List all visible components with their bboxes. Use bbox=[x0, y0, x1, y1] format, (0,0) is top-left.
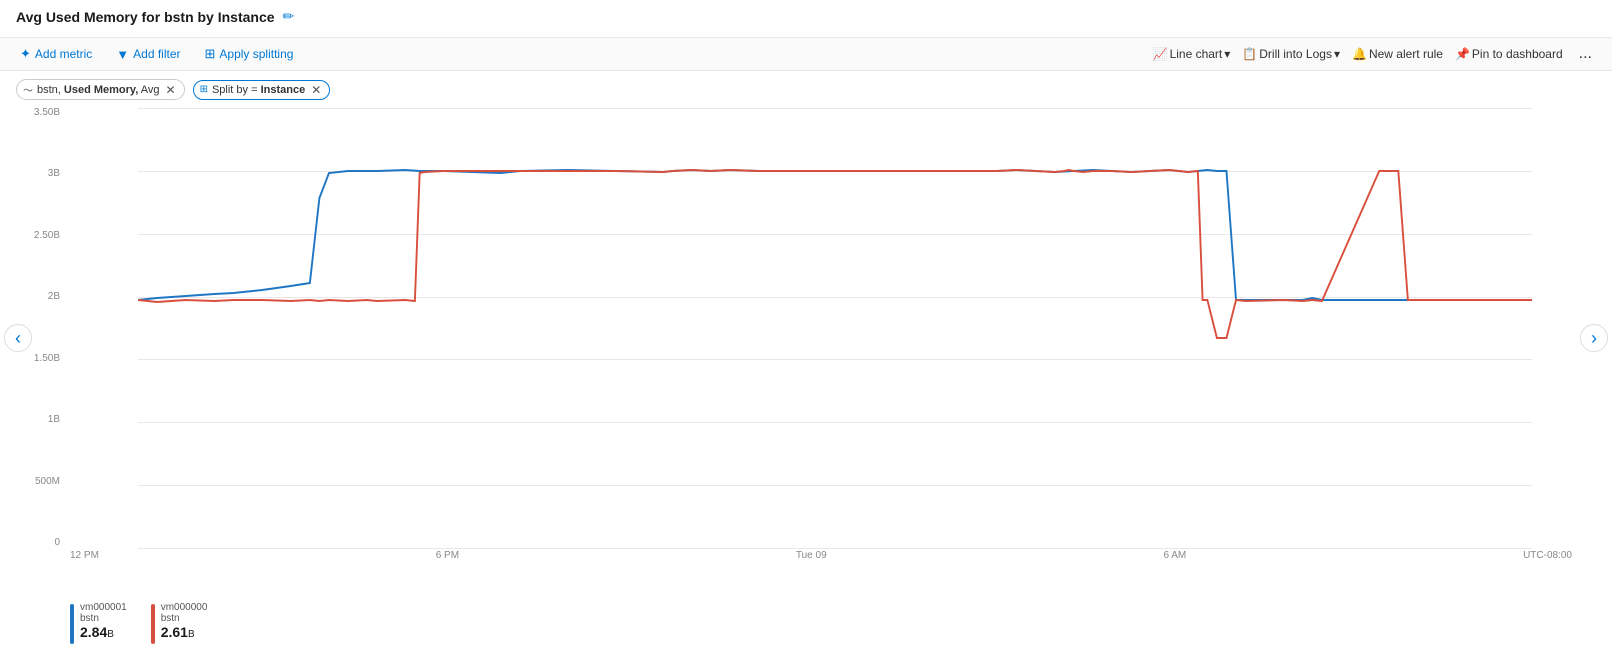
y-label-1b: 1B bbox=[48, 415, 60, 425]
y-label-3b: 3B bbox=[48, 169, 60, 179]
legend-info-vm000001: vm000001 bstn 2.84B bbox=[80, 602, 127, 640]
drill-logs-label: Drill into Logs bbox=[1259, 47, 1332, 61]
add-metric-label: Add metric bbox=[35, 47, 92, 61]
add-filter-label: Add filter bbox=[133, 47, 180, 61]
line-chart-icon: 📈 bbox=[1153, 47, 1168, 61]
split-chip-text: Split by = Instance bbox=[212, 84, 305, 96]
blue-line bbox=[138, 170, 1532, 300]
y-label-250b: 2.50B bbox=[34, 231, 60, 241]
legend-name2-vm000001: bstn bbox=[80, 613, 127, 624]
toolbar-left: ✦ Add metric ▼ Add filter ⊞ Apply splitt… bbox=[16, 44, 297, 64]
plus-icon: ✦ bbox=[20, 46, 31, 62]
legend-color-blue bbox=[70, 604, 74, 644]
x-label-utc: UTC-08:00 bbox=[1523, 550, 1572, 561]
alert-icon: 🔔 bbox=[1352, 47, 1367, 61]
legend-item-vm000000: vm000000 bstn 2.61B bbox=[151, 602, 208, 644]
page-title: Avg Used Memory for bstn by Instance bbox=[16, 9, 275, 25]
legend: vm000001 bstn 2.84B vm000000 bstn 2.61B bbox=[0, 598, 1612, 648]
x-label-6pm: 6 PM bbox=[436, 550, 459, 561]
legend-item-vm000001: vm000001 bstn 2.84B bbox=[70, 602, 127, 644]
legend-info-vm000000: vm000000 bstn 2.61B bbox=[161, 602, 208, 640]
more-button[interactable]: ... bbox=[1575, 45, 1596, 63]
y-label-2b: 2B bbox=[48, 292, 60, 302]
legend-color-red bbox=[151, 604, 155, 644]
add-filter-button[interactable]: ▼ Add filter bbox=[112, 45, 184, 64]
y-label-0: 0 bbox=[54, 538, 60, 548]
line-chart-label: Line chart bbox=[1170, 47, 1223, 61]
x-label-6am: 6 AM bbox=[1163, 550, 1186, 561]
toolbar: ✦ Add metric ▼ Add filter ⊞ Apply splitt… bbox=[0, 37, 1612, 71]
x-axis: 12 PM 6 PM Tue 09 6 AM UTC-08:00 bbox=[70, 548, 1572, 563]
metric-chip-text: bstn, Used Memory, Avg bbox=[37, 84, 160, 96]
add-metric-button[interactable]: ✦ Add metric bbox=[16, 44, 96, 64]
legend-name1-vm000001: vm000001 bbox=[80, 602, 127, 613]
line-chart-button[interactable]: 📈 Line chart ▾ bbox=[1153, 47, 1231, 61]
nav-left-arrow[interactable]: ‹ bbox=[4, 324, 32, 352]
line-chart-chevron: ▾ bbox=[1224, 47, 1230, 61]
header: Avg Used Memory for bstn by Instance ✏ bbox=[0, 0, 1612, 29]
apply-splitting-label: Apply splitting bbox=[219, 47, 293, 61]
red-line bbox=[138, 170, 1532, 338]
split-chip: ⊞ Split by = Instance ✕ bbox=[193, 80, 331, 100]
chart-container: 3.50B 3B 2.50B 2B 1.50B 1B 500M 0 bbox=[0, 108, 1612, 598]
pin-icon: 📌 bbox=[1455, 47, 1470, 61]
chart-area bbox=[70, 108, 1572, 548]
legend-name1-vm000000: vm000000 bbox=[161, 602, 208, 613]
metric-chip: 〜 bstn, Used Memory, Avg ✕ bbox=[16, 79, 185, 100]
y-label-350b: 3.50B bbox=[34, 108, 60, 118]
split-chip-close[interactable]: ✕ bbox=[311, 83, 321, 97]
drill-logs-button[interactable]: 📋 Drill into Logs ▾ bbox=[1242, 47, 1340, 61]
filter-icon: ▼ bbox=[116, 47, 129, 62]
nav-right-arrow[interactable]: › bbox=[1580, 324, 1608, 352]
drill-logs-chevron: ▾ bbox=[1334, 47, 1340, 61]
chart-svg bbox=[138, 108, 1532, 548]
new-alert-button[interactable]: 🔔 New alert rule bbox=[1352, 47, 1443, 61]
x-label-12pm: 12 PM bbox=[70, 550, 99, 561]
metric-chip-icon: 〜 bbox=[23, 82, 33, 97]
drill-logs-icon: 📋 bbox=[1242, 47, 1257, 61]
split-chip-icon: ⊞ bbox=[200, 84, 208, 95]
pin-dashboard-label: Pin to dashboard bbox=[1472, 47, 1563, 61]
legend-value-vm000000: 2.61B bbox=[161, 624, 208, 640]
edit-icon[interactable]: ✏ bbox=[283, 8, 295, 25]
toolbar-right: 📈 Line chart ▾ 📋 Drill into Logs ▾ 🔔 New… bbox=[1153, 45, 1596, 63]
pin-dashboard-button[interactable]: 📌 Pin to dashboard bbox=[1455, 47, 1563, 61]
apply-splitting-button[interactable]: ⊞ Apply splitting bbox=[201, 44, 298, 64]
y-label-150b: 1.50B bbox=[34, 354, 60, 364]
legend-name2-vm000000: bstn bbox=[161, 613, 208, 624]
legend-value-vm000001: 2.84B bbox=[80, 624, 127, 640]
metric-chip-close[interactable]: ✕ bbox=[166, 83, 176, 97]
split-icon: ⊞ bbox=[205, 46, 216, 62]
chips-row: 〜 bstn, Used Memory, Avg ✕ ⊞ Split by = … bbox=[0, 71, 1612, 108]
x-label-tue09: Tue 09 bbox=[796, 550, 827, 561]
y-label-500m: 500M bbox=[35, 477, 60, 487]
new-alert-label: New alert rule bbox=[1369, 47, 1443, 61]
